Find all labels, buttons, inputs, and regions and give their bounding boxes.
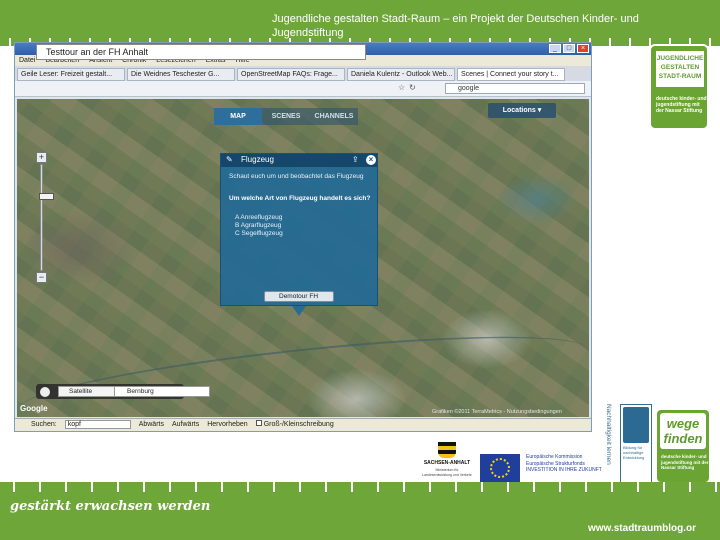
eu-stars-icon bbox=[490, 458, 510, 478]
tab-map[interactable]: MAP bbox=[214, 108, 262, 125]
popup-pointer bbox=[292, 306, 306, 316]
wege-finden-logo: wege finden deutsche kinder- und jugends… bbox=[655, 408, 711, 484]
answer-option: B Agrarflugzeug bbox=[235, 222, 282, 229]
answer-option: C Segelflugzeug bbox=[235, 230, 283, 237]
maximize-button[interactable]: □ bbox=[563, 44, 575, 53]
browser-tab[interactable]: Geile Leser: Freizeit gestalt... bbox=[17, 68, 125, 81]
place-search-input[interactable]: Bernburg bbox=[114, 386, 210, 397]
popup-question: Um welche Art von Flugzeug handelt es si… bbox=[229, 195, 371, 202]
locations-label: Locations bbox=[502, 107, 536, 114]
river-line bbox=[17, 319, 589, 417]
close-icon[interactable]: × bbox=[366, 155, 376, 165]
popup-title: Flugzeug bbox=[241, 155, 274, 164]
close-window-button[interactable]: × bbox=[577, 44, 589, 53]
layer-select[interactable]: Satellite bbox=[58, 386, 122, 397]
menu-item-datei[interactable]: Datei bbox=[19, 55, 35, 66]
browser-search-input[interactable]: google bbox=[445, 83, 585, 94]
highlight-button[interactable]: Hervorheben bbox=[207, 419, 247, 431]
eu-text: Europäische Kommission Europäische Struk… bbox=[526, 454, 602, 473]
browser-tab-active[interactable]: Scenes | Connect your story t... bbox=[457, 68, 565, 81]
sachsen-anhalt-logo: SACHSEN-ANHALT Ministerium für Landesent… bbox=[420, 440, 474, 484]
tab-scenes[interactable]: SCENES bbox=[262, 108, 310, 125]
eu-flag-icon bbox=[480, 454, 520, 482]
map-bottom-controls: Satellite Bernburg bbox=[36, 384, 210, 399]
slide: Jugendliche gestalten Stadt-Raum – ein P… bbox=[0, 0, 720, 540]
tab-channels[interactable]: CHANNELS bbox=[310, 108, 358, 125]
bne-logo: Bildung für nachhaltige Entwicklung bbox=[620, 404, 652, 486]
checkbox-icon[interactable] bbox=[255, 420, 262, 426]
bne-text: Bildung für nachhaltige Entwicklung bbox=[623, 445, 645, 460]
vertical-label: Nachhaltigkeit lernen bbox=[602, 404, 618, 486]
map-credits: Grafiken ©2011 TerraMetrics - Nutzungsbe… bbox=[432, 409, 562, 415]
zoom-control: + − bbox=[36, 152, 54, 283]
zoom-out-button[interactable]: − bbox=[36, 272, 47, 283]
browser-tab[interactable]: OpenStreetMap FAQs: Frage... bbox=[237, 68, 345, 81]
find-next-button[interactable]: Abwärts bbox=[139, 419, 164, 431]
scene-chip[interactable]: Demotour FH bbox=[264, 291, 334, 302]
zoom-slider-handle[interactable] bbox=[39, 193, 54, 200]
address-actions: ☆ ↻ bbox=[398, 83, 416, 92]
answer-option: A Anreeflugzeug bbox=[235, 214, 283, 221]
find-input[interactable]: kopf bbox=[64, 420, 131, 429]
match-case-label: Groß-/Kleinschreibung bbox=[263, 421, 334, 428]
logo-tagline: deutsche kinder- und jugendstiftung mit … bbox=[656, 96, 707, 114]
sachsen-name: SACHSEN-ANHALT bbox=[423, 460, 471, 466]
project-name-field[interactable]: Testtour an der FH Anhalt bbox=[36, 44, 366, 60]
navigation-bar: ☆ ↻ google bbox=[15, 81, 591, 97]
find-bar: Suchen: kopf Abwärts Aufwärts Hervorhebe… bbox=[15, 418, 591, 431]
scene-popup: ✎ Flugzeug ⇪ × Schaut euch um und beobac… bbox=[220, 153, 378, 306]
pencil-icon[interactable]: ✎ bbox=[226, 155, 236, 165]
locations-dropdown[interactable]: Locations ▾ bbox=[488, 103, 556, 118]
logo-badge-text: JUGENDLICHE GESTALTEN STADT-RAUM bbox=[656, 51, 704, 87]
google-logo: Google bbox=[20, 404, 48, 413]
popup-intro-text: Schaut euch um und beobachtet das Flugze… bbox=[229, 173, 364, 180]
mode-tabs: MAP SCENES CHANNELS bbox=[214, 108, 358, 125]
bookmark-star-icon[interactable]: ☆ bbox=[398, 83, 405, 92]
share-icon[interactable]: ⇪ bbox=[352, 155, 359, 164]
sachsen-sub: Ministerium für Landesentwicklung und Ve… bbox=[422, 468, 472, 477]
browser-tab[interactable]: Daniela Kulentz - Outlook Web... bbox=[347, 68, 455, 81]
crest-icon bbox=[438, 442, 456, 458]
wege-tagline: deutsche kinder- und jugendstiftung mit … bbox=[661, 454, 709, 470]
reload-icon[interactable]: ↻ bbox=[409, 83, 416, 92]
window-controls: _ □ × bbox=[549, 44, 589, 53]
zoom-slider[interactable] bbox=[39, 164, 54, 271]
slogan: gestärkt erwachsen werden bbox=[10, 499, 211, 514]
tab-bar: Geile Leser: Freizeit gestalt... Die Wei… bbox=[15, 66, 591, 81]
bne-emblem-icon bbox=[623, 407, 649, 443]
browser-tab[interactable]: Die Weidnes Teschester G... bbox=[127, 68, 235, 81]
zoom-in-button[interactable]: + bbox=[36, 152, 47, 163]
nachhaltigkeit-label: Nachhaltigkeit lernen bbox=[605, 404, 612, 465]
chevron-down-icon: ▾ bbox=[537, 107, 542, 114]
find-previous-button[interactable]: Aufwärts bbox=[172, 419, 199, 431]
answer-options: A Anreeflugzeug B Agrarflugzeug C Segelf… bbox=[235, 214, 283, 238]
minimize-button[interactable]: _ bbox=[549, 44, 561, 53]
footer-url[interactable]: www.stadtraumblog.or bbox=[588, 523, 696, 534]
jugendliche-stadtraum-logo: JUGENDLICHE GESTALTEN STADT-RAUM deutsch… bbox=[649, 44, 709, 130]
compass-icon[interactable] bbox=[39, 386, 51, 398]
slide-title: Jugendliche gestalten Stadt-Raum – ein P… bbox=[272, 13, 639, 39]
find-label: Suchen: bbox=[31, 421, 57, 428]
match-case-option[interactable]: Groß-/Kleinschreibung bbox=[255, 419, 334, 431]
wege-badge-text: wege finden bbox=[660, 413, 706, 449]
